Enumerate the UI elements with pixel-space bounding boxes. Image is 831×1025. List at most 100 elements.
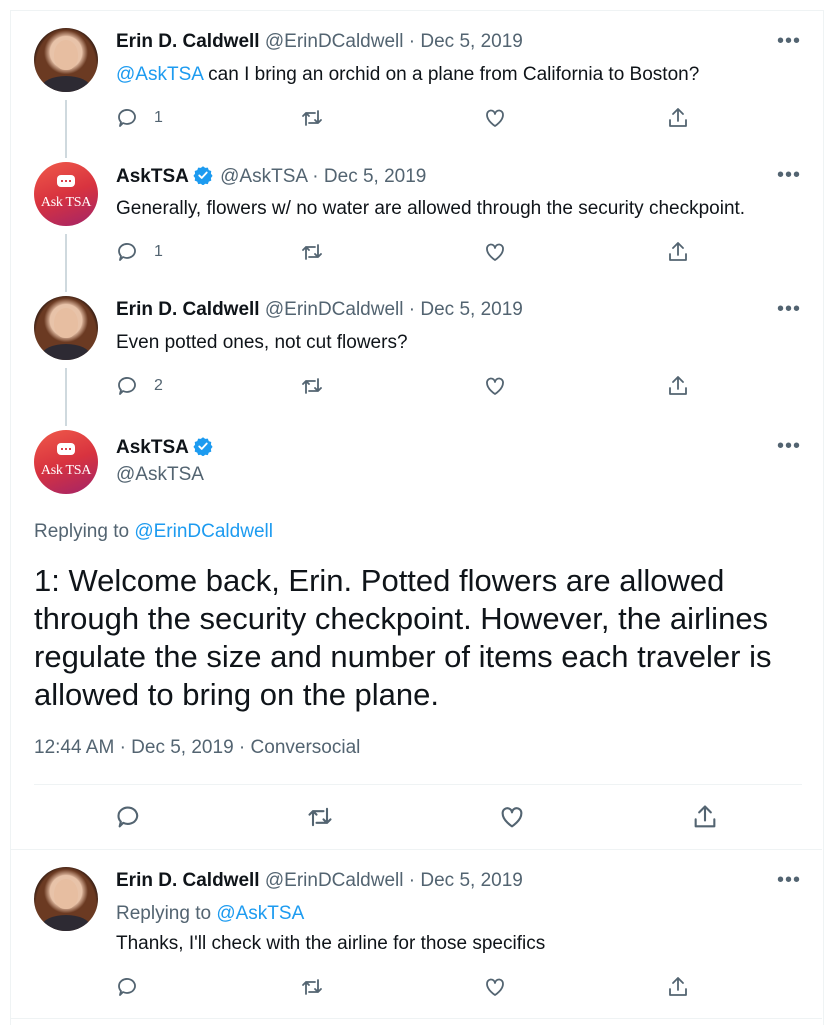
separator: · <box>408 31 416 52</box>
tweet-time[interactable]: 12:44 AM <box>34 737 114 758</box>
like-icon <box>486 109 504 127</box>
reply-button[interactable]: 1 <box>116 104 163 132</box>
more-icon[interactable]: ••• <box>777 870 801 890</box>
reply-button[interactable]: 1 <box>116 238 163 266</box>
like-icon <box>486 243 504 261</box>
verified-badge-icon <box>193 166 213 185</box>
tweet-date[interactable]: Dec 5, 2019 <box>420 31 522 52</box>
separator: · <box>312 166 319 187</box>
avatar-shirt <box>42 915 90 931</box>
mention-link[interactable]: @AskTSA <box>116 64 203 85</box>
replying-label: Replying to <box>34 521 135 542</box>
tweet-header: Erin D. Caldwell @ErinDCaldwell · Dec 5,… <box>116 299 523 321</box>
separator: · <box>119 737 126 758</box>
like-button[interactable] <box>498 803 526 831</box>
reply-button[interactable] <box>115 803 143 831</box>
reply-button[interactable]: 2 <box>116 372 163 400</box>
avatar-shirt <box>42 76 90 92</box>
reply-count: 1 <box>154 243 163 260</box>
retweet-icon <box>302 378 322 394</box>
avatar-shirt <box>42 344 90 360</box>
retweet-button[interactable] <box>300 238 324 266</box>
retweet-icon <box>308 807 332 827</box>
separator: · <box>238 737 246 758</box>
tweet-date[interactable]: Dec 5, 2019 <box>420 870 522 891</box>
like-icon <box>486 377 504 395</box>
user-handle[interactable]: @AskTSA <box>220 166 307 187</box>
reply-count: 1 <box>154 109 163 126</box>
avatar-brand-text: Ask TSA <box>40 195 92 210</box>
share-button[interactable] <box>666 104 690 132</box>
tweet-source[interactable]: Conversocial <box>251 737 361 758</box>
like-button[interactable] <box>483 238 507 266</box>
tweet-meta: 12:44 AM · Dec 5, 2019 · Conversocial <box>34 737 360 759</box>
retweet-button[interactable] <box>306 803 334 831</box>
mention-link[interactable]: @AskTSA <box>216 903 304 924</box>
tweet-text-body: can I bring an orchid on a plane from Ca… <box>202 64 700 85</box>
replying-to: Replying to @ErinDCaldwell <box>34 521 273 543</box>
more-icon[interactable]: ••• <box>777 165 801 185</box>
more-icon[interactable]: ••• <box>777 31 801 51</box>
avatar[interactable] <box>34 28 98 92</box>
share-button[interactable] <box>691 803 719 831</box>
avatar-brand-text: Ask TSA <box>40 463 92 478</box>
avatar[interactable]: Ask TSA <box>34 162 98 226</box>
thread-line <box>65 100 67 158</box>
verified-badge-icon <box>193 437 213 456</box>
like-icon <box>486 978 504 996</box>
share-button[interactable] <box>666 372 690 400</box>
more-icon[interactable]: ••• <box>777 436 801 456</box>
tweet-header: Erin D. Caldwell @ErinDCaldwell · Dec 5,… <box>116 870 523 892</box>
separator: · <box>408 870 416 891</box>
mention-link[interactable]: @ErinDCaldwell <box>134 521 273 542</box>
divider <box>11 1018 822 1019</box>
user-name[interactable]: Erin D. Caldwell <box>116 31 260 52</box>
tweet-date[interactable]: Dec 5, 2019 <box>131 737 233 758</box>
retweet-button[interactable] <box>300 372 324 400</box>
reply-icon <box>118 978 136 996</box>
main-tweet-author: AskTSA <box>116 436 215 459</box>
share-button[interactable] <box>666 973 690 1001</box>
tweet-date[interactable]: Dec 5, 2019 <box>420 299 522 320</box>
reply-button[interactable] <box>116 973 140 1001</box>
main-tweet-text: 1: Welcome back, Erin. Potted flowers ar… <box>34 563 772 712</box>
thread-line <box>65 234 67 292</box>
tweet-date[interactable]: Dec 5, 2019 <box>324 166 426 187</box>
retweet-button[interactable] <box>300 973 324 1001</box>
tweet-header: Erin D. Caldwell @ErinDCaldwell · Dec 5,… <box>116 31 523 53</box>
divider <box>34 784 802 785</box>
user-name[interactable]: Erin D. Caldwell <box>116 299 260 320</box>
user-handle[interactable]: @AskTSA <box>116 464 204 485</box>
user-name[interactable]: AskTSA <box>116 166 189 187</box>
divider <box>11 849 822 850</box>
replying-to: Replying to @AskTSA <box>116 903 304 925</box>
retweet-icon <box>302 979 322 995</box>
tweet-text: Generally, flowers w/ no water are allow… <box>116 198 746 219</box>
separator: · <box>408 299 416 320</box>
user-handle[interactable]: @ErinDCaldwell <box>265 299 404 320</box>
thread-line <box>65 368 67 426</box>
share-button[interactable] <box>666 238 690 266</box>
retweet-icon <box>302 244 322 260</box>
user-name[interactable]: AskTSA <box>116 437 189 458</box>
tweet-text: Thanks, I'll check with the airline for … <box>116 933 546 954</box>
like-button[interactable] <box>483 372 507 400</box>
retweet-button[interactable] <box>300 104 324 132</box>
user-handle[interactable]: @ErinDCaldwell <box>265 870 404 891</box>
reply-count: 2 <box>154 377 163 394</box>
like-button[interactable] <box>483 104 507 132</box>
share-icon <box>669 376 687 395</box>
like-button[interactable] <box>483 973 507 1001</box>
user-handle[interactable]: @ErinDCaldwell <box>265 31 404 52</box>
user-name[interactable]: Erin D. Caldwell <box>116 870 260 891</box>
main-tweet-handle: @AskTSA <box>116 464 204 486</box>
avatar-face <box>54 40 78 70</box>
chat-bubble-icon <box>57 175 75 187</box>
avatar[interactable]: Ask TSA <box>34 430 98 494</box>
chat-bubble-icon <box>57 443 75 455</box>
reply-icon <box>118 109 136 127</box>
avatar[interactable] <box>34 867 98 931</box>
more-icon[interactable]: ••• <box>777 299 801 319</box>
share-icon <box>669 108 687 127</box>
avatar[interactable] <box>34 296 98 360</box>
